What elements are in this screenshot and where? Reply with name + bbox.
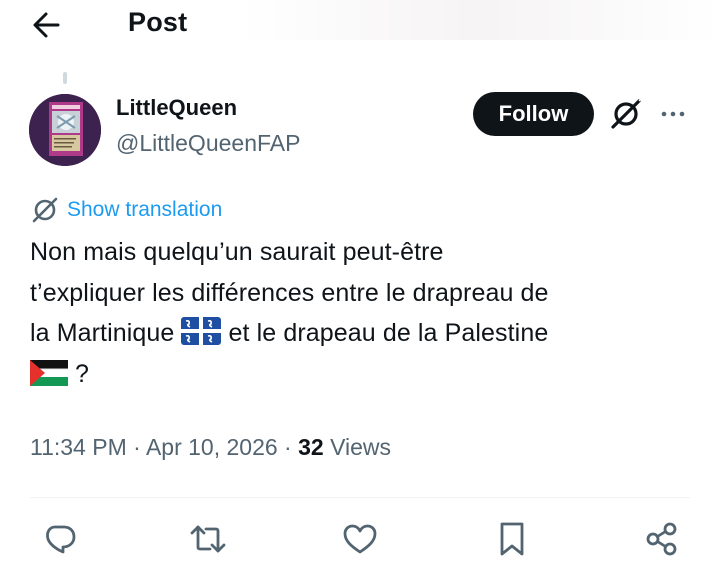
share-icon bbox=[646, 522, 677, 556]
arrow-left-icon bbox=[33, 12, 60, 38]
page-title: Post bbox=[128, 7, 188, 37]
follow-button[interactable]: Follow bbox=[473, 92, 594, 136]
like-button[interactable] bbox=[340, 520, 380, 558]
reply-icon bbox=[46, 525, 76, 554]
show-translation-link[interactable]: Show translation bbox=[31, 195, 222, 225]
post-text-segment: la Martinique bbox=[30, 319, 175, 347]
post-text-line: la Martinique et le drapeau de la Palest… bbox=[30, 313, 690, 354]
grok-icon bbox=[611, 98, 642, 129]
more-icon bbox=[661, 111, 685, 117]
post-text: Non mais quelqu’un saurait peut-être t’e… bbox=[30, 232, 690, 394]
translate-globe-icon bbox=[32, 197, 58, 223]
palestine-flag bbox=[30, 359, 68, 386]
top-bar: Post bbox=[0, 0, 720, 52]
post-time[interactable]: 11:34 PM bbox=[30, 434, 127, 460]
like-icon bbox=[343, 524, 377, 554]
post-text-segment: ? bbox=[75, 359, 90, 388]
post-text-line: Non mais quelqu’un saurait peut-être bbox=[30, 238, 444, 266]
post-text-line: t’expliquer les différences entre le dra… bbox=[30, 278, 549, 307]
reply-button[interactable] bbox=[40, 520, 80, 558]
more-button[interactable] bbox=[656, 100, 690, 128]
thread-line bbox=[63, 72, 67, 84]
bookmark-button[interactable] bbox=[492, 520, 532, 558]
back-button[interactable] bbox=[28, 8, 66, 42]
repost-button[interactable] bbox=[188, 520, 228, 558]
avatar[interactable] bbox=[29, 94, 101, 166]
meta-separator: · bbox=[284, 434, 292, 460]
avatar-image bbox=[29, 94, 101, 166]
post-text-segment: et le drapeau de la Palestine bbox=[228, 319, 549, 347]
bookmark-icon bbox=[500, 522, 524, 556]
show-translation-label: Show translation bbox=[67, 198, 223, 221]
martinique-flag bbox=[181, 317, 222, 345]
author-handle[interactable]: @LittleQueenFAP bbox=[116, 130, 300, 157]
post-date[interactable]: Apr 10, 2026 bbox=[146, 434, 278, 460]
repost-icon bbox=[190, 525, 226, 553]
grok-button[interactable] bbox=[608, 96, 644, 132]
post-meta: 11:34 PM · Apr 10, 2026 · 32 Views bbox=[30, 434, 391, 461]
views-count: 32 bbox=[298, 434, 324, 460]
divider bbox=[30, 497, 690, 498]
post-text-line: ? bbox=[30, 354, 690, 395]
share-button[interactable] bbox=[642, 520, 682, 558]
views-label: Views bbox=[330, 434, 392, 460]
author-name[interactable]: LittleQueen bbox=[116, 95, 237, 121]
meta-separator: · bbox=[133, 434, 141, 460]
